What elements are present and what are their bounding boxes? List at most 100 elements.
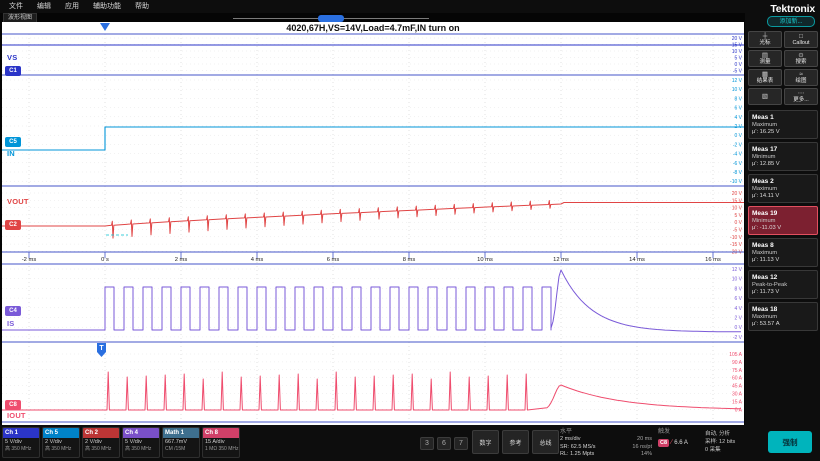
measurement-badge-meas-17[interactable]: Meas 17Minimumμ': 12.85 V xyxy=(748,142,818,171)
scale-label: -2 V xyxy=(733,335,743,341)
scale-label: 4 V xyxy=(734,115,742,121)
time-axis-label: 0 s xyxy=(101,257,109,263)
channel-settings-badge-ch-4[interactable]: Ch 45 V/div高 350 MHz xyxy=(122,427,160,458)
channel-badge-c8[interactable]: C8 xyxy=(5,400,21,410)
bottom-tool-buttons: 数字参考总线 xyxy=(472,430,559,454)
results-table-button[interactable]: ▦结果表 xyxy=(748,69,782,86)
horizontal-panel[interactable]: 水平 2 ms/div20 msSR: 62.5 MS/s16 ns/ptRL:… xyxy=(560,428,652,459)
add-new-button[interactable]: 添加新... xyxy=(767,16,815,27)
right-panel: Tektronix 添加新... ┼光标□Callout▤测量⊙搜索▦结果表≈绘… xyxy=(745,0,820,425)
horizontal-position-slider[interactable] xyxy=(233,15,429,22)
menu-item[interactable]: 编辑 xyxy=(30,0,58,13)
scale-label: 30 A xyxy=(732,392,743,398)
horizontal-info-row: 2 ms/div20 ms xyxy=(560,436,652,444)
force-trigger-button[interactable]: 强制 xyxy=(768,431,812,453)
measurement-badge-meas-8[interactable]: Meas 8Maximumμ': 11.13 V xyxy=(748,238,818,267)
channel-settings-badge-math-1[interactable]: Math 1667.7mVCM /15M xyxy=(162,427,200,458)
menu-item[interactable]: 帮助 xyxy=(128,0,156,13)
scale-label: 8 V xyxy=(734,96,742,102)
in-waveform xyxy=(2,127,744,150)
trigger-panel[interactable]: 触发 C8 ∕ 6.6 A xyxy=(658,428,702,447)
scale-label: 0 V xyxy=(734,133,742,139)
channel-label-vout: VOUT xyxy=(7,197,29,206)
measurement-badge-meas-12[interactable]: Meas 12Peak-to-Peakμ': 11.73 V xyxy=(748,270,818,299)
menu-item[interactable]: 辅助功能 xyxy=(86,0,128,13)
channel-badge-c2[interactable]: C2 xyxy=(5,220,21,230)
time-axis-label: 4 ms xyxy=(251,257,264,263)
channel-badge-c4[interactable]: C4 xyxy=(5,306,21,316)
scale-label: 10 V xyxy=(732,277,743,283)
measurement-badge-meas-1[interactable]: Meas 1Maximumμ': 16.25 V xyxy=(748,110,818,139)
bottom-tool-button[interactable]: 数字 xyxy=(472,430,499,454)
scale-label: -5 V xyxy=(733,228,743,234)
scale-label: 105 A xyxy=(729,352,742,358)
channel-badge-c5[interactable]: C5 xyxy=(5,137,21,147)
horizontal-value: 20 ms xyxy=(637,436,652,444)
channel-settings-badge-ch-5[interactable]: Ch 52 V/div高 350 MHz xyxy=(42,427,80,458)
scale-label: 45 A xyxy=(732,384,743,390)
time-axis-label: 2 ms xyxy=(175,257,188,263)
acquisition-info-line: 自动, 分析 xyxy=(705,430,765,438)
scale-label: 0 V xyxy=(734,220,742,226)
channel-6-button[interactable]: 6 xyxy=(437,437,451,450)
measurement-badge-meas-2[interactable]: Meas 2Maximumμ': 14.11 V xyxy=(748,174,818,203)
scale-label: -6 V xyxy=(733,161,743,167)
measurement-badge-meas-19[interactable]: Meas 19Minimumμ': -11.03 V xyxy=(748,206,818,235)
bottom-tool-button[interactable]: 总线 xyxy=(532,430,559,454)
cursors-button-label: 光标 xyxy=(759,40,770,47)
horizontal-title: 水平 xyxy=(560,428,652,436)
annotation-title: 4020,67H,VS=14V,Load=4.7mF,IN turn on xyxy=(2,23,744,33)
measurement-results-list: Meas 1Maximumμ': 16.25 V Meas 17Minimumμ'… xyxy=(748,110,818,331)
acquisition-info-line: 0 采集 xyxy=(705,446,765,454)
menu-item[interactable]: 应用 xyxy=(58,0,86,13)
more-button-label: 更多... xyxy=(793,97,809,104)
callout-button-label: Callout xyxy=(792,40,809,47)
measure-button[interactable]: ▤测量 xyxy=(748,50,782,67)
scale-label: 90 A xyxy=(732,360,743,366)
trigger-source-badge[interactable]: C8 xyxy=(658,439,669,447)
channel-badge-c1[interactable]: C1 xyxy=(5,66,21,76)
scale-label: 15 V xyxy=(732,198,743,204)
channel-7-button[interactable]: 7 xyxy=(454,437,468,450)
trigger-title: 触发 xyxy=(658,428,702,436)
channel-label-in: IN xyxy=(7,149,15,158)
scale-label: 10 V xyxy=(732,87,743,93)
channel-label-is: IS xyxy=(7,319,15,328)
search-button-label: 搜索 xyxy=(795,59,806,66)
scale-label: -5 V xyxy=(733,69,743,75)
channel-settings-badge-ch-1[interactable]: Ch 15 V/div高 350 MHz xyxy=(2,427,40,458)
waveform-display[interactable]: 20 V15 V10 V5 V0 V-5 V12 V10 V8 V6 V4 V2… xyxy=(2,22,744,425)
scale-label: -10 V xyxy=(730,179,743,185)
menu-item[interactable]: 文件 xyxy=(2,0,30,13)
annotation-icon: ▧ xyxy=(762,93,768,100)
slider-handle[interactable] xyxy=(318,15,344,22)
time-axis-label: 6 ms xyxy=(327,257,340,263)
waveform-view-tab[interactable]: 波形视图 xyxy=(3,13,37,22)
vout-waveform xyxy=(2,201,744,239)
waveform-canvas[interactable]: 20 V15 V10 V5 V0 V-5 V12 V10 V8 V6 V4 V2… xyxy=(2,22,744,425)
cursors-button[interactable]: ┼光标 xyxy=(748,31,782,48)
channel-settings-badge-ch-2[interactable]: Ch 22 V/div高 350 MHz xyxy=(82,427,120,458)
measure-icon: ▤ xyxy=(762,52,768,59)
search-button[interactable]: ⊙搜索 xyxy=(784,50,818,67)
acquisition-panel[interactable]: 自动, 分析采样: 12 bits0 采集 xyxy=(705,430,765,454)
measurement-badge-meas-18[interactable]: Meas 18Maximumμ': 53.57 A xyxy=(748,302,818,331)
scale-label: -4 V xyxy=(733,152,743,158)
horizontal-info-row: RL: 1.25 Mpts14% xyxy=(560,451,652,459)
more-icon: ⋯ xyxy=(798,90,805,97)
annotation-button[interactable]: ▧ xyxy=(748,88,782,105)
horizontal-info-row: SR: 62.5 MS/s16 ns/pt xyxy=(560,444,652,452)
time-axis-label: 12 ms xyxy=(553,257,569,263)
scale-label: 6 V xyxy=(734,296,742,302)
callout-button[interactable]: □Callout xyxy=(784,31,818,48)
plot-button[interactable]: ≈绘图 xyxy=(784,69,818,86)
scale-label: -15 V xyxy=(730,242,743,248)
scale-label: 12 V xyxy=(732,78,743,84)
channel-settings-badge-ch-8[interactable]: Ch 815 A/div1 MΩ 350 MHz xyxy=(202,427,240,458)
time-axis-label: 14 ms xyxy=(629,257,645,263)
more-button[interactable]: ⋯更多... xyxy=(784,88,818,105)
channel-3-button[interactable]: 3 xyxy=(420,437,434,450)
trigger-level-value: 6.6 A xyxy=(674,440,688,446)
measure-button-label: 测量 xyxy=(759,59,770,66)
bottom-tool-button[interactable]: 参考 xyxy=(502,430,529,454)
